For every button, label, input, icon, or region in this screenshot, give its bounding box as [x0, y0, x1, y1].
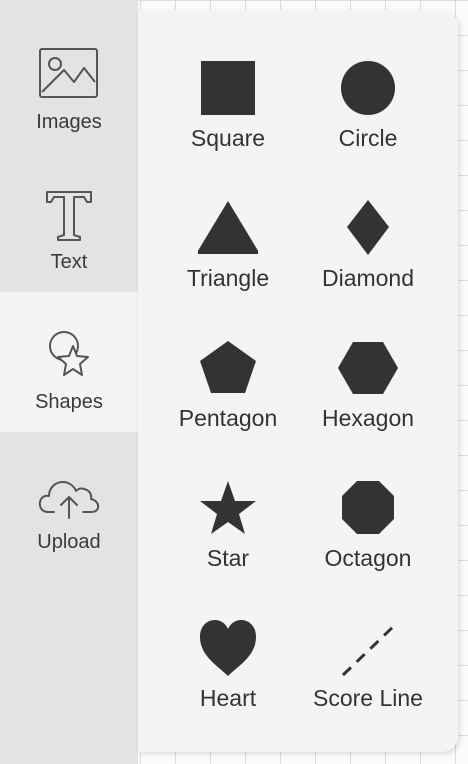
- image-icon: [39, 48, 98, 98]
- cloud-upload-icon: [38, 481, 100, 519]
- shape-hexagon[interactable]: Hexagon: [298, 338, 438, 468]
- shape-star[interactable]: Star: [158, 478, 298, 608]
- text-icon: [46, 191, 92, 241]
- circle-icon: [341, 61, 395, 115]
- shape-diamond[interactable]: Diamond: [298, 198, 438, 328]
- shape-pentagon-label: Pentagon: [178, 405, 278, 431]
- heart-icon: [200, 620, 256, 676]
- tab-upload-label: Upload: [37, 531, 101, 553]
- shape-square-label: Square: [190, 125, 266, 151]
- hexagon-icon: [338, 342, 398, 394]
- tab-text-label: Text: [50, 251, 88, 273]
- shape-pentagon[interactable]: Pentagon: [158, 338, 298, 468]
- shape-triangle-label: Triangle: [186, 265, 270, 291]
- tab-shapes[interactable]: Shapes: [0, 292, 138, 432]
- shape-diamond-label: Diamond: [321, 265, 415, 291]
- tab-text[interactable]: Text: [0, 152, 138, 292]
- shape-heart-label: Heart: [199, 685, 257, 711]
- shape-star-label: Star: [206, 545, 250, 571]
- octagon-icon: [342, 481, 394, 534]
- tab-images-label: Images: [36, 111, 102, 133]
- square-icon: [201, 61, 255, 115]
- star-icon: [200, 481, 256, 534]
- shape-triangle[interactable]: Triangle: [158, 198, 298, 328]
- tab-shapes-label: Shapes: [35, 391, 103, 413]
- sidebar: Images Text Shapes Upload: [0, 0, 138, 764]
- diamond-icon: [347, 200, 389, 255]
- shape-circle[interactable]: Circle: [298, 58, 438, 188]
- tab-images[interactable]: Images: [0, 0, 138, 140]
- shape-octagon-label: Octagon: [324, 545, 412, 571]
- shapes-panel: Square Circle Triangle Diamond Pentagon …: [138, 10, 458, 752]
- shape-octagon[interactable]: Octagon: [298, 478, 438, 608]
- pentagon-icon: [200, 341, 256, 393]
- triangle-icon: [198, 201, 258, 254]
- shape-score-line-label: Score Line: [313, 685, 423, 711]
- shape-hexagon-label: Hexagon: [321, 405, 415, 431]
- shape-circle-label: Circle: [338, 125, 398, 151]
- shape-heart[interactable]: Heart: [158, 618, 298, 748]
- tab-upload[interactable]: Upload: [0, 432, 138, 572]
- score-line-icon: [341, 622, 398, 677]
- shape-square[interactable]: Square: [158, 58, 298, 188]
- shape-score-line[interactable]: Score Line: [298, 618, 438, 748]
- shapes-icon: [49, 331, 89, 376]
